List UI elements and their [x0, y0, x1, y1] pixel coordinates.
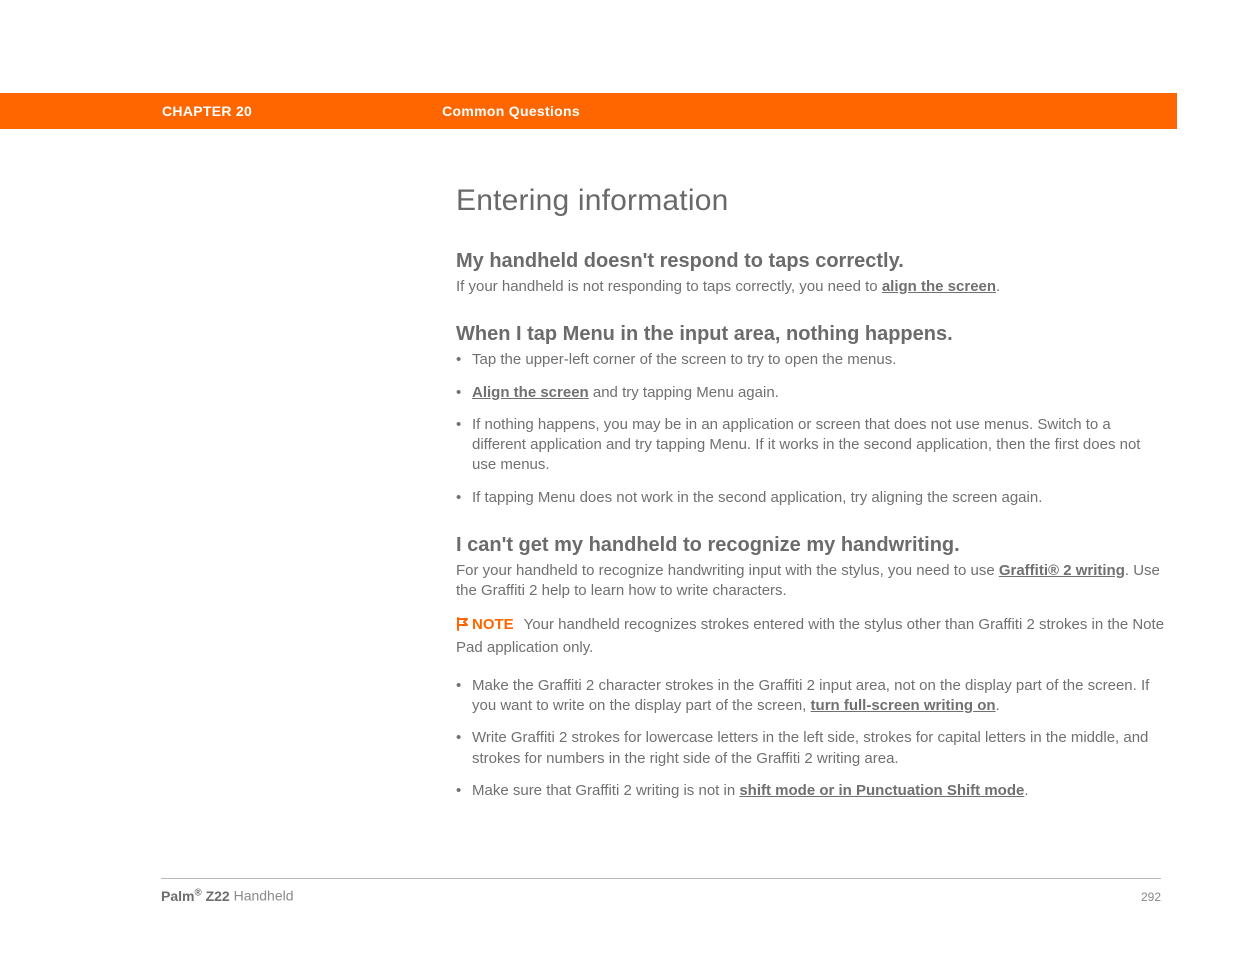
- page-title: Entering information: [456, 184, 1166, 218]
- q3-b3-before: Make sure that Graffiti 2 writing is not…: [472, 782, 739, 799]
- q3-b2: Write Graffiti 2 strokes for lowercase l…: [472, 729, 1148, 766]
- q2-b2-after: and try tapping Menu again.: [589, 384, 779, 401]
- fullscreen-writing-link[interactable]: turn full-screen writing on: [811, 697, 996, 714]
- q1-text-before: If your handheld is not responding to ta…: [456, 278, 882, 295]
- q1-heading: My handheld doesn't respond to taps corr…: [456, 250, 1166, 273]
- q2-b1: Tap the upper-left corner of the screen …: [472, 351, 896, 368]
- q3-p1-before: For your handheld to recognize handwriti…: [456, 562, 999, 579]
- header-bar: CHAPTER 20 Common Questions: [0, 93, 1235, 129]
- brand-after: Handheld: [230, 888, 294, 904]
- note-block: NOTEYour handheld recognizes strokes ent…: [456, 615, 1166, 658]
- graffiti-writing-link[interactable]: Graffiti® 2 writing: [999, 562, 1125, 579]
- q3-intro: For your handheld to recognize handwriti…: [456, 561, 1166, 602]
- list-item: If tapping Menu does not work in the sec…: [456, 488, 1166, 508]
- header-stripe-left: [0, 93, 58, 129]
- q2-b3: If nothing happens, you may be in an app…: [472, 416, 1140, 474]
- q3-list: Make the Graffiti 2 character strokes in…: [456, 676, 1166, 801]
- list-item: If nothing happens, you may be in an app…: [456, 415, 1166, 476]
- q1-text: If your handheld is not responding to ta…: [456, 277, 1166, 297]
- align-screen-link-2[interactable]: Align the screen: [472, 384, 589, 401]
- list-item: Make sure that Graffiti 2 writing is not…: [456, 781, 1166, 801]
- brand-name: Palm: [161, 888, 194, 904]
- registered-mark: ®: [194, 887, 201, 898]
- page-number: 292: [1141, 890, 1161, 904]
- q3-b3-after: .: [1024, 782, 1028, 799]
- main-content: Entering information My handheld doesn't…: [456, 184, 1166, 813]
- align-screen-link[interactable]: align the screen: [882, 278, 996, 295]
- footer-rule: [161, 878, 1161, 879]
- footer: Palm® Z22 Handheld 292: [161, 887, 1161, 904]
- brand-model: Z22: [202, 888, 230, 904]
- note-text: Your handheld recognizes strokes entered…: [456, 616, 1164, 655]
- list-item: Tap the upper-left corner of the screen …: [456, 350, 1166, 370]
- list-item: Make the Graffiti 2 character strokes in…: [456, 676, 1166, 717]
- note-flag-icon: [456, 617, 470, 637]
- footer-brand: Palm® Z22 Handheld: [161, 887, 294, 904]
- q2-heading: When I tap Menu in the input area, nothi…: [456, 323, 1166, 346]
- q1-text-after: .: [996, 278, 1000, 295]
- header-stripe-right: [1177, 93, 1235, 129]
- list-item: Write Graffiti 2 strokes for lowercase l…: [456, 728, 1166, 769]
- section-label: Common Questions: [442, 103, 580, 119]
- chapter-label: CHAPTER 20: [162, 103, 252, 119]
- q2-list: Tap the upper-left corner of the screen …: [456, 350, 1166, 508]
- q3-heading: I can't get my handheld to recognize my …: [456, 534, 1166, 557]
- list-item: Align the screen and try tapping Menu ag…: [456, 383, 1166, 403]
- header-main: CHAPTER 20 Common Questions: [58, 93, 1177, 129]
- q3-b1-after: .: [996, 697, 1000, 714]
- shift-mode-link[interactable]: shift mode or in Punctuation Shift mode: [739, 782, 1024, 799]
- note-label: NOTE: [472, 616, 514, 633]
- q2-b4: If tapping Menu does not work in the sec…: [472, 489, 1042, 506]
